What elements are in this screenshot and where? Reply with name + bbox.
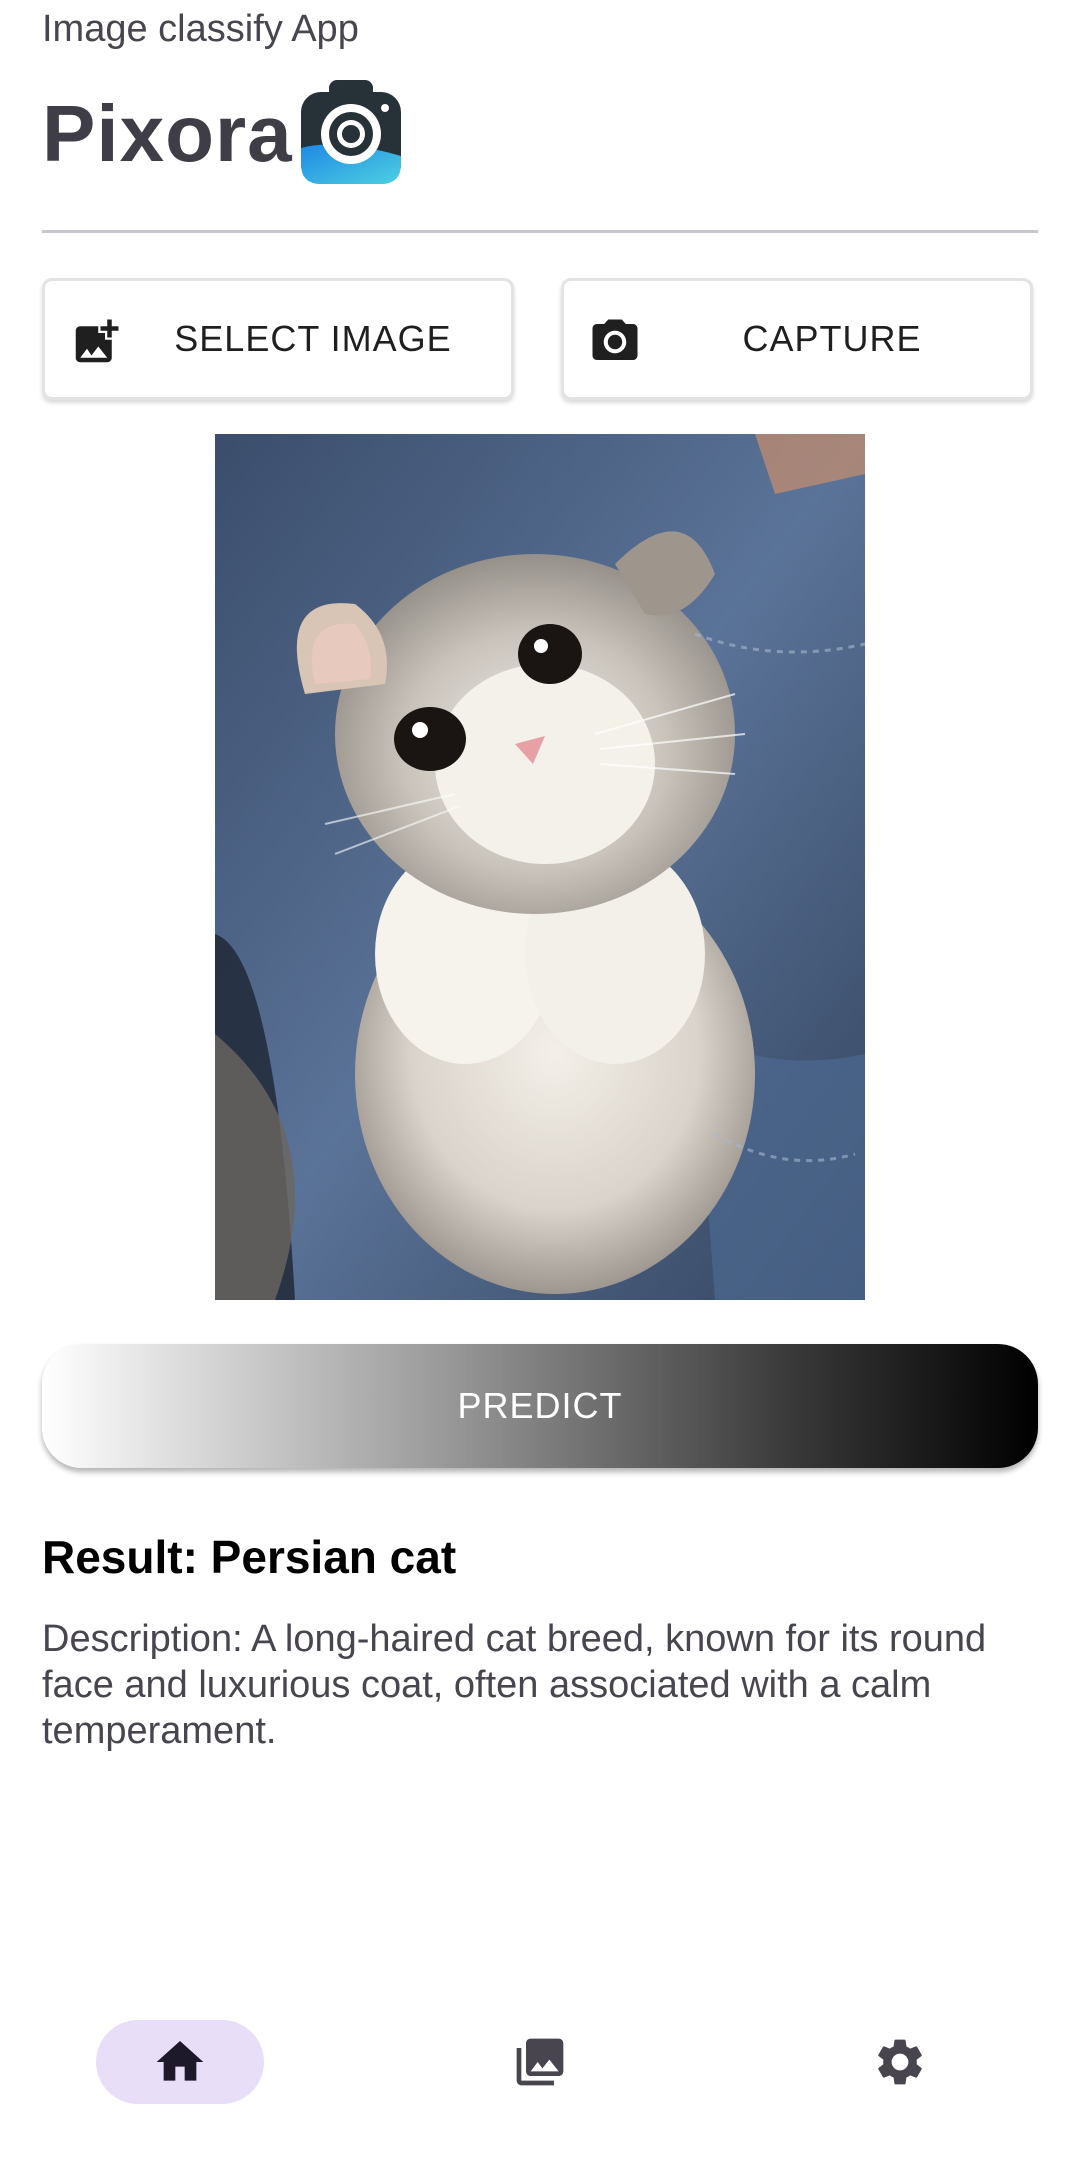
kitten-photo: [215, 434, 865, 1300]
camera-app-logo-icon: [299, 78, 403, 186]
nav-home[interactable]: [96, 2020, 264, 2104]
result-description: Description: A long-haired cat breed, kn…: [42, 1618, 987, 1752]
header-divider: [42, 230, 1038, 233]
capture-button[interactable]: CAPTURE: [561, 278, 1033, 400]
camera-icon: [588, 315, 642, 369]
select-image-label: SELECT IMAGE: [174, 318, 452, 359]
result-title: Result: Persian cat: [42, 1531, 457, 1583]
app-subtitle: Image classify App: [42, 8, 359, 50]
select-image-button[interactable]: SELECT IMAGE: [42, 278, 514, 400]
gallery-icon: [516, 2038, 564, 2086]
home-icon: [156, 2041, 204, 2081]
app-title: Pixora: [42, 89, 293, 178]
nav-gallery[interactable]: [456, 2020, 624, 2104]
bottom-navigation: [0, 2000, 1080, 2130]
add-photo-icon: [69, 315, 123, 369]
capture-label: CAPTURE: [742, 318, 922, 359]
settings-icon: [878, 2039, 922, 2085]
predict-button[interactable]: PREDICT: [42, 1344, 1038, 1468]
nav-settings[interactable]: [816, 2020, 984, 2104]
